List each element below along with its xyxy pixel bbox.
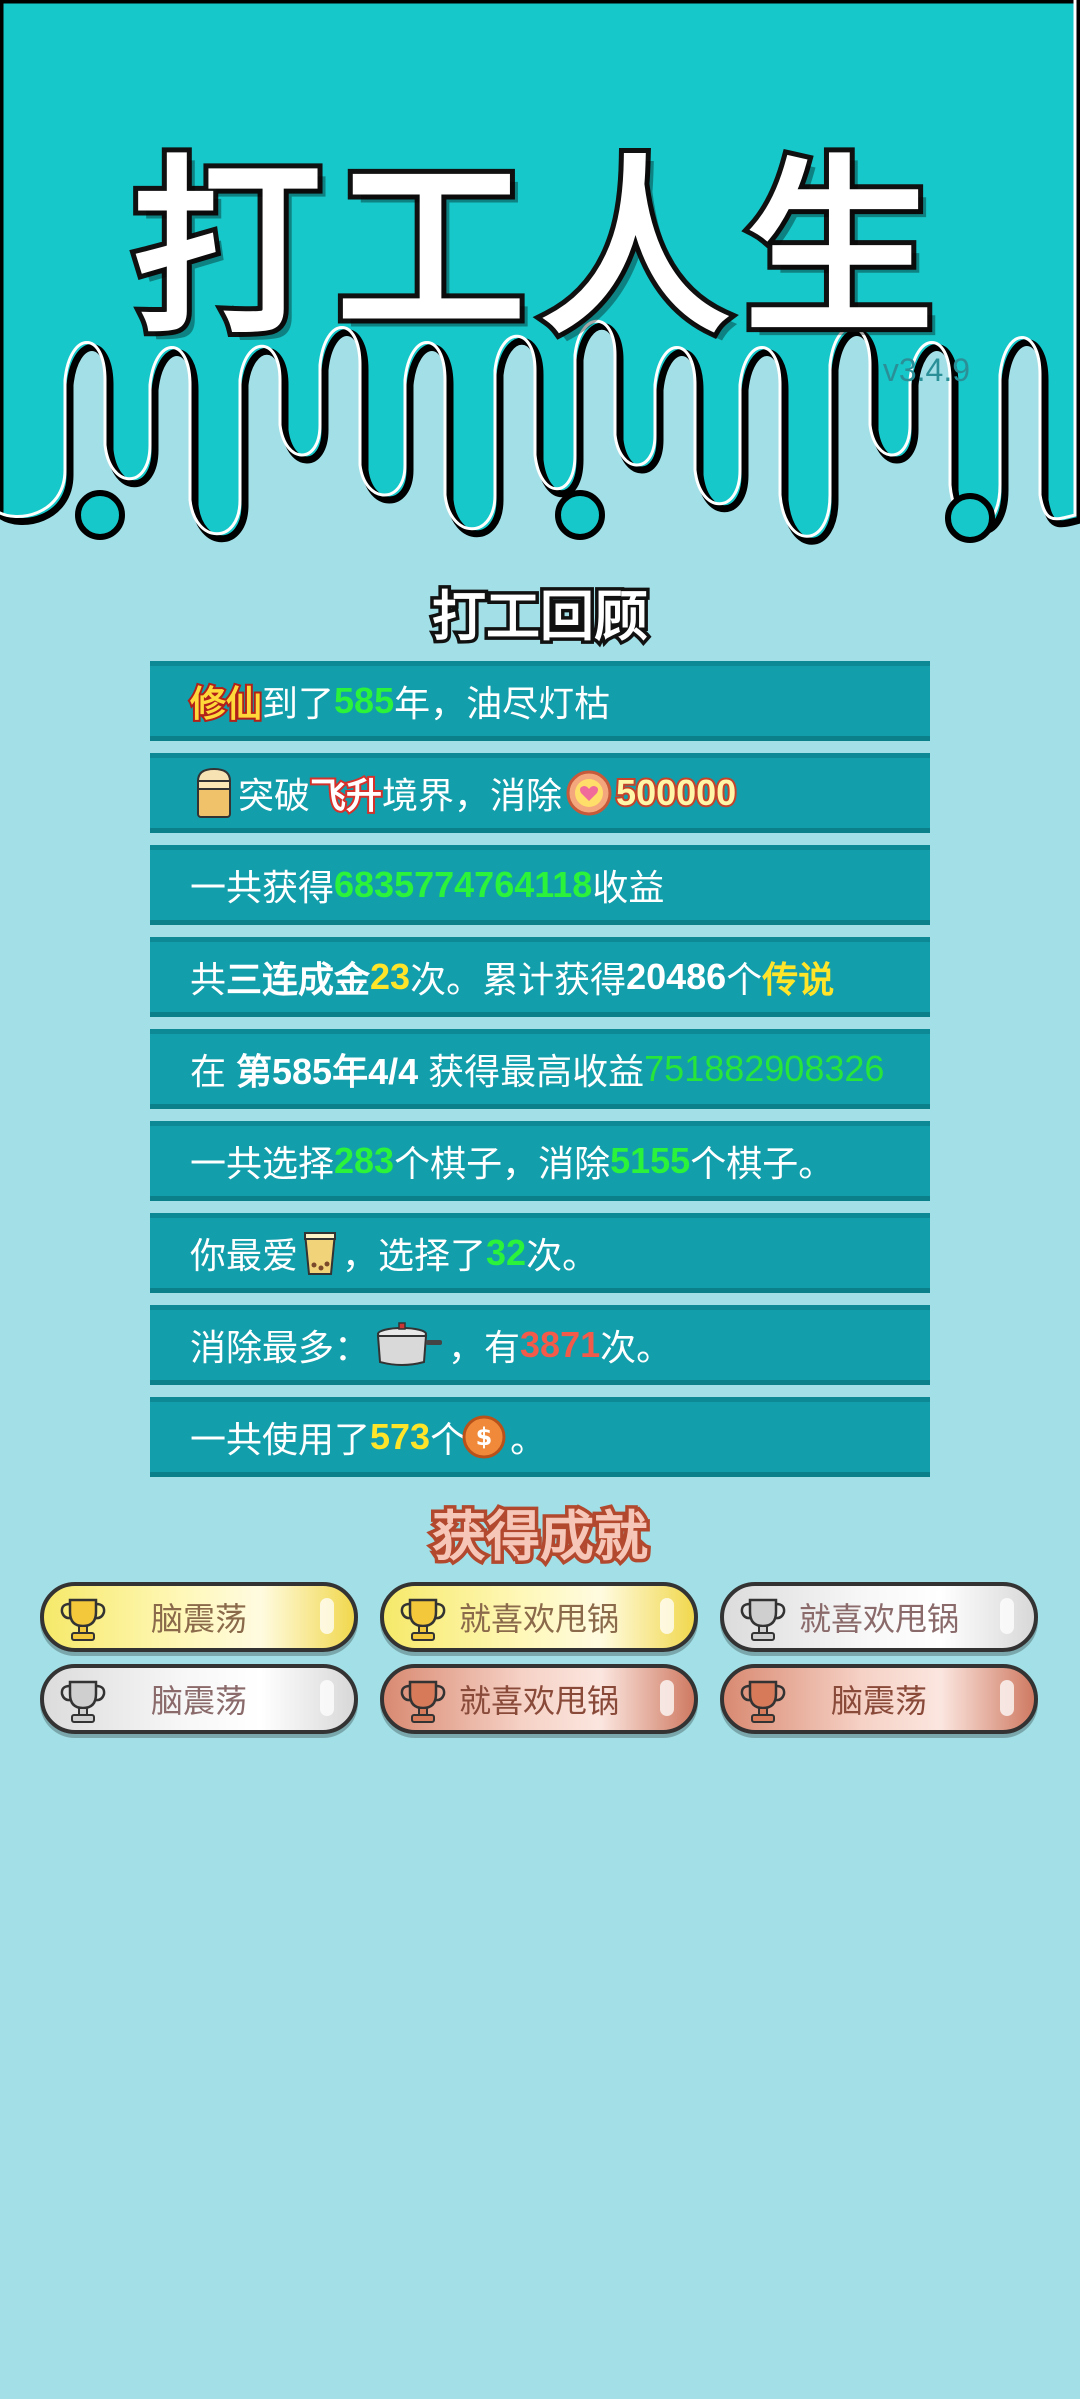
review-row-best-income: 在 第585年4/4 获得最高收益 751882908326 bbox=[150, 1029, 930, 1109]
row-text: 消除最多： bbox=[190, 1327, 371, 1368]
row-text: 在 bbox=[190, 1051, 237, 1092]
badge-label: 就喜欢甩锅 bbox=[458, 1601, 619, 1637]
review-title: 打工回顾 bbox=[429, 584, 652, 651]
coin-icon: $ bbox=[462, 1415, 506, 1459]
chosen-count: 283 bbox=[334, 1140, 395, 1181]
pot-icon bbox=[376, 1322, 443, 1366]
achievement-badge[interactable]: 脑震荡 bbox=[720, 1664, 1038, 1734]
achievement-badges: 脑震荡 就喜欢甩锅 就喜欢甩锅 脑震荡 就喜欢甩锅 脑震荡 bbox=[40, 1582, 1040, 1734]
gold-trophy-icon bbox=[400, 1598, 446, 1641]
milk-tea-icon bbox=[303, 1232, 337, 1275]
best-income-value: 751882908326 bbox=[644, 1048, 885, 1089]
achievement-badge[interactable]: 就喜欢甩锅 bbox=[720, 1582, 1038, 1652]
svg-text:$: $ bbox=[476, 1423, 493, 1451]
bronze-trophy-icon bbox=[740, 1680, 786, 1723]
coin-count: 573 bbox=[370, 1416, 431, 1457]
review-row-ascension: 突破 飞升 境界，消除 500000 bbox=[150, 753, 930, 833]
period-label: 第585年4/4 bbox=[236, 1051, 419, 1092]
gold-trophy-icon bbox=[60, 1598, 106, 1641]
total-value: 20486 bbox=[626, 956, 727, 997]
row-text: 境界，消除 bbox=[382, 775, 563, 816]
heart-coin-icon bbox=[566, 770, 612, 816]
review-list: 修仙 到了 585 年，油尽灯枯 突破 飞升 境界，消除 500000 一共获得… bbox=[150, 661, 930, 1489]
combo-count: 23 bbox=[370, 956, 411, 997]
row-text: 年，油尽灯枯 bbox=[394, 683, 611, 724]
most-removed-count: 3871 bbox=[520, 1324, 601, 1365]
row-text: 次。累计获得 bbox=[410, 959, 627, 1000]
achievement-badge[interactable]: 脑震荡 bbox=[40, 1664, 358, 1734]
years-value: 585 bbox=[334, 680, 395, 721]
realm-label: 修仙 bbox=[188, 681, 264, 726]
amount-value: 500000 bbox=[614, 770, 738, 815]
review-row-favorite: 你最爱 ，选择了 32 次。 bbox=[150, 1213, 930, 1293]
badge-label: 就喜欢甩锅 bbox=[458, 1683, 619, 1719]
achievement-badge[interactable]: 脑震荡 bbox=[40, 1582, 358, 1652]
review-row-lifespan: 修仙 到了 585 年，油尽灯枯 bbox=[150, 661, 930, 741]
badge-label: 脑震荡 bbox=[150, 1683, 247, 1719]
row-text: 一共选择 bbox=[190, 1143, 335, 1184]
bronze-trophy-icon bbox=[400, 1680, 446, 1723]
stage-label: 飞升 bbox=[308, 773, 384, 818]
tier-label: 传说 bbox=[762, 959, 835, 1000]
app-title: 打工人生 bbox=[127, 134, 948, 365]
review-row-coins: 一共使用了 573 个 $ 。 bbox=[150, 1397, 930, 1477]
row-text: 。 bbox=[510, 1419, 547, 1460]
row-text: 一共使用了 bbox=[190, 1419, 371, 1460]
row-text: 个棋子，消除 bbox=[394, 1143, 611, 1184]
badge-label: 脑震荡 bbox=[150, 1601, 247, 1637]
review-row-total-income: 一共获得 6835774764118 收益 bbox=[150, 845, 930, 925]
achievement-badge[interactable]: 就喜欢甩锅 bbox=[380, 1582, 698, 1652]
removed-count: 5155 bbox=[610, 1140, 691, 1181]
row-text: 个 bbox=[430, 1419, 467, 1460]
row-text: 你最爱 bbox=[190, 1235, 299, 1276]
row-text: ，有 bbox=[448, 1327, 521, 1368]
review-row-pieces: 一共选择 283 个棋子，消除 5155 个棋子。 bbox=[150, 1121, 930, 1201]
badge-label: 就喜欢甩锅 bbox=[798, 1601, 959, 1637]
row-text: 共 bbox=[190, 959, 227, 1000]
income-value: 6835774764118 bbox=[334, 864, 593, 905]
row-text: 次。 bbox=[600, 1327, 673, 1368]
row-text: 获得最高收益 bbox=[418, 1051, 645, 1092]
achievements-title: 获得成就 bbox=[429, 1504, 652, 1571]
row-text: 次。 bbox=[526, 1235, 599, 1276]
row-text: ，选择了 bbox=[342, 1235, 487, 1276]
achievement-badge[interactable]: 就喜欢甩锅 bbox=[380, 1664, 698, 1734]
badge-label: 脑震荡 bbox=[830, 1683, 927, 1719]
version-label: v3.4.9 bbox=[882, 352, 970, 388]
combo-label: 三连成金 bbox=[226, 959, 371, 1000]
row-text: 突破 bbox=[238, 775, 311, 816]
row-text: 一共获得 bbox=[190, 867, 335, 908]
row-text: 个棋子。 bbox=[690, 1143, 835, 1184]
header-banner: 打工人生 v3.4.9 bbox=[0, 0, 1080, 560]
favorite-count: 32 bbox=[486, 1232, 527, 1273]
row-text: 个 bbox=[726, 959, 763, 1000]
row-text: 收益 bbox=[592, 867, 665, 908]
review-row-most-removed: 消除最多： ，有 3871 次。 bbox=[150, 1305, 930, 1385]
silver-trophy-icon bbox=[60, 1680, 106, 1723]
row-text: 到了 bbox=[262, 683, 335, 724]
silver-trophy-icon bbox=[740, 1598, 786, 1641]
tea-cup-icon bbox=[196, 767, 232, 818]
review-row-combo: 共 三连成金 23 次。累计获得 20486 个 传说 bbox=[150, 937, 930, 1017]
